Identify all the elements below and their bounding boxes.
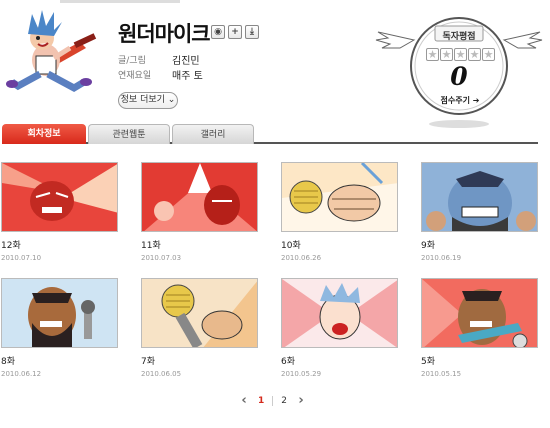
author-name: 김진민 bbox=[172, 56, 200, 67]
episode-name[interactable]: 11화 bbox=[141, 238, 259, 251]
tab-related-webtoons[interactable]: 관련웹툰 bbox=[88, 124, 170, 144]
episode-name[interactable]: 5화 bbox=[421, 354, 539, 367]
rating-stars[interactable]: ★ ★ ★ ★ ★ bbox=[426, 48, 495, 61]
episode-date: 2010.06.12 bbox=[1, 370, 42, 378]
episode-item[interactable]: 11화 2010.07.03 bbox=[141, 162, 259, 262]
episode-thumbnail[interactable] bbox=[281, 278, 398, 348]
episode-item[interactable]: 7화 2010.06.05 bbox=[141, 278, 259, 378]
download-icon[interactable]: ⤓ bbox=[245, 25, 259, 39]
page-divider bbox=[272, 396, 274, 406]
plus-icon[interactable]: + bbox=[228, 25, 242, 39]
schedule-value: 매주 토 bbox=[172, 71, 203, 82]
episode-name[interactable]: 9화 bbox=[421, 238, 539, 251]
episode-date: 2010.06.26 bbox=[281, 254, 322, 262]
content-tabs: 회차정보 관련웹툰 갤러리 bbox=[2, 124, 538, 144]
tab-episode-info[interactable]: 회차정보 bbox=[2, 124, 86, 144]
episode-thumbnail[interactable] bbox=[1, 278, 118, 348]
author-row: 글/그림 김진민 bbox=[118, 53, 200, 67]
chevron-right-icon[interactable]: › bbox=[295, 394, 307, 408]
reader-rating-badge: 독자평점 ★ ★ ★ ★ ★ 0 점수주기 ➔ bbox=[374, 14, 544, 134]
more-info-button[interactable]: 정보 더보기 ⌄ bbox=[118, 92, 178, 109]
episode-thumbnail[interactable] bbox=[421, 278, 538, 348]
episode-item[interactable]: 8화 2010.06.12 bbox=[1, 278, 119, 378]
episode-date: 2010.05.29 bbox=[281, 370, 322, 378]
episode-date: 2010.06.05 bbox=[141, 370, 182, 378]
episode-name[interactable]: 7화 bbox=[141, 354, 259, 367]
star-icon[interactable]: ★ bbox=[426, 48, 439, 61]
top-cut-strip bbox=[60, 0, 180, 3]
webtoon-title: 원더마이크 bbox=[118, 22, 211, 46]
episode-date: 2010.06.19 bbox=[421, 254, 462, 262]
episode-name[interactable]: 8화 bbox=[1, 354, 119, 367]
chevron-left-icon[interactable]: ‹ bbox=[238, 394, 250, 408]
episode-thumbnail[interactable] bbox=[281, 162, 398, 232]
episode-date: 2010.07.10 bbox=[1, 254, 42, 262]
page-link-1[interactable]: 1 bbox=[258, 396, 264, 406]
star-icon[interactable]: ★ bbox=[454, 48, 467, 61]
episode-item[interactable]: 9화 2010.06.19 bbox=[421, 162, 539, 262]
episode-name[interactable]: 10화 bbox=[281, 238, 399, 251]
rss-icon[interactable]: ◉ bbox=[211, 25, 225, 39]
episode-item[interactable]: 12화 2010.07.10 bbox=[1, 162, 119, 262]
pagination: ‹ 1 2 › bbox=[238, 393, 307, 409]
rating-title: 독자평점 bbox=[442, 32, 476, 42]
webtoon-cover-image bbox=[4, 8, 104, 103]
episode-name[interactable]: 6화 bbox=[281, 354, 399, 367]
tab-gallery[interactable]: 갤러리 bbox=[172, 124, 254, 144]
episode-date: 2010.05.15 bbox=[421, 370, 462, 378]
give-score-link[interactable]: 점수주기 ➔ bbox=[438, 95, 482, 106]
star-icon[interactable]: ★ bbox=[468, 48, 481, 61]
schedule-row: 연재요일 매주 토 bbox=[118, 68, 203, 82]
episode-thumbnail[interactable] bbox=[141, 162, 258, 232]
rating-score: 0 bbox=[450, 62, 468, 91]
episode-item[interactable]: 5화 2010.05.15 bbox=[421, 278, 539, 378]
episode-thumbnail[interactable] bbox=[421, 162, 538, 232]
episode-item[interactable]: 6화 2010.05.29 bbox=[281, 278, 399, 378]
schedule-label: 연재요일 bbox=[118, 71, 152, 81]
title-action-icons: ◉ + ⤓ bbox=[211, 25, 259, 39]
star-icon[interactable]: ★ bbox=[440, 48, 453, 61]
episode-name[interactable]: 12화 bbox=[1, 238, 119, 251]
page-link-2[interactable]: 2 bbox=[281, 396, 287, 406]
episode-date: 2010.07.03 bbox=[141, 254, 182, 262]
author-label: 글/그림 bbox=[118, 56, 146, 66]
episode-thumbnail[interactable] bbox=[1, 162, 118, 232]
star-icon[interactable]: ★ bbox=[482, 48, 495, 61]
chevron-down-icon: ⌄ bbox=[167, 95, 176, 105]
episode-item[interactable]: 10화 2010.06.26 bbox=[281, 162, 399, 262]
episode-thumbnail[interactable] bbox=[141, 278, 258, 348]
more-info-label: 정보 더보기 bbox=[120, 95, 165, 105]
